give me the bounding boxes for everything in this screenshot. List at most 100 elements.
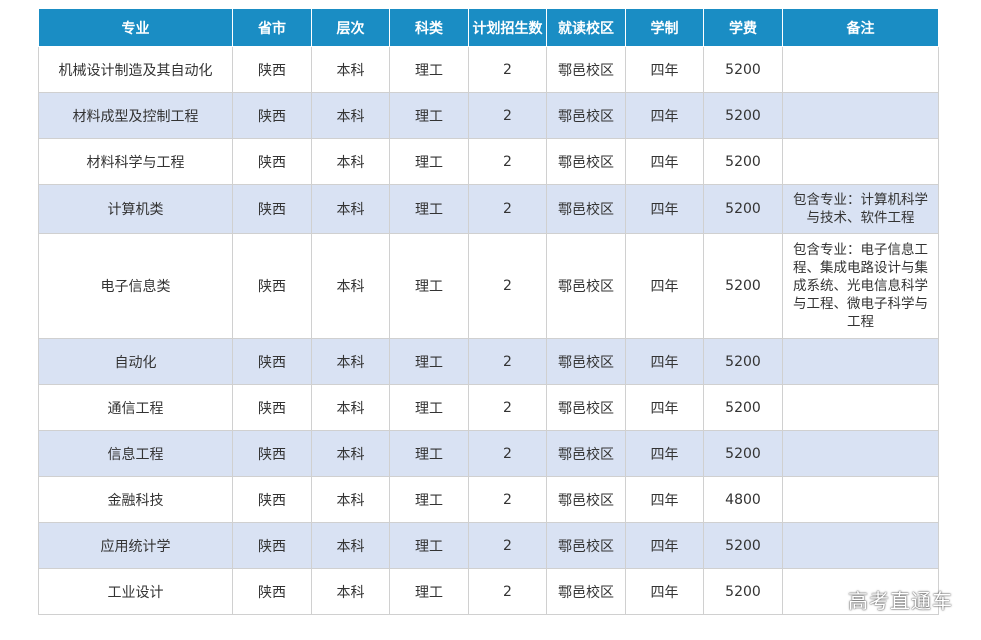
cell-level: 本科: [311, 476, 390, 523]
cell-category: 理工: [389, 522, 469, 569]
table-row: 电子信息类 陕西 本科 理工 2 鄠邑校区 四年 5200 包含专业：电子信息工程、集成电路设计…: [38, 233, 939, 339]
cell-duration: 四年: [625, 430, 704, 477]
header-planned-count: 计划招生数: [468, 8, 547, 47]
cell-major: 自动化: [38, 338, 233, 385]
cell-major: 工业设计: [38, 568, 233, 615]
cell-planned-count: 2: [468, 184, 547, 234]
cell-level: 本科: [311, 430, 390, 477]
cell-planned-count: 2: [468, 568, 547, 615]
cell-duration: 四年: [625, 138, 704, 185]
cell-category: 理工: [389, 233, 469, 339]
header-province: 省市: [232, 8, 312, 47]
cell-notes: 包含专业：计算机科学与技术、软件工程: [782, 184, 939, 234]
cell-category: 理工: [389, 184, 469, 234]
cell-province: 陕西: [232, 384, 312, 431]
cell-province: 陕西: [232, 522, 312, 569]
cell-campus: 鄠邑校区: [546, 522, 626, 569]
cell-tuition: 4800: [703, 476, 783, 523]
cell-level: 本科: [311, 568, 390, 615]
cell-province: 陕西: [232, 46, 312, 93]
cell-major: 计算机类: [38, 184, 233, 234]
cell-province: 陕西: [232, 430, 312, 477]
table-row: 通信工程 陕西 本科 理工 2 鄠邑校区 四年 5200: [38, 384, 939, 431]
cell-notes: [782, 46, 939, 93]
cell-tuition: 5200: [703, 522, 783, 569]
cell-category: 理工: [389, 430, 469, 477]
cell-notes: 包含专业：电子信息工程、集成电路设计与集成系统、光电信息科学与工程、微电子科学与…: [782, 233, 939, 339]
cell-level: 本科: [311, 338, 390, 385]
cell-campus: 鄠邑校区: [546, 384, 626, 431]
cell-notes: [782, 384, 939, 431]
cell-category: 理工: [389, 92, 469, 139]
cell-tuition: 5200: [703, 384, 783, 431]
cell-campus: 鄠邑校区: [546, 184, 626, 234]
cell-campus: 鄠邑校区: [546, 92, 626, 139]
cell-tuition: 5200: [703, 233, 783, 339]
cell-tuition: 5200: [703, 430, 783, 477]
cell-campus: 鄠邑校区: [546, 338, 626, 385]
cell-level: 本科: [311, 384, 390, 431]
table-row: 机械设计制造及其自动化 陕西 本科 理工 2 鄠邑校区 四年 5200: [38, 46, 939, 93]
table-row: 材料成型及控制工程 陕西 本科 理工 2 鄠邑校区 四年 5200: [38, 92, 939, 139]
cell-category: 理工: [389, 46, 469, 93]
cell-notes: [782, 138, 939, 185]
table-row: 金融科技 陕西 本科 理工 2 鄠邑校区 四年 4800: [38, 476, 939, 523]
cell-notes: [782, 430, 939, 477]
header-level: 层次: [311, 8, 390, 47]
cell-level: 本科: [311, 138, 390, 185]
cell-planned-count: 2: [468, 46, 547, 93]
cell-notes: [782, 92, 939, 139]
watermark: 高考直通车: [848, 589, 953, 613]
cell-notes: [782, 476, 939, 523]
cell-duration: 四年: [625, 476, 704, 523]
header-tuition: 学费: [703, 8, 783, 47]
header-major: 专业: [38, 8, 233, 47]
cell-province: 陕西: [232, 568, 312, 615]
header-notes: 备注: [782, 8, 939, 47]
cell-planned-count: 2: [468, 338, 547, 385]
cell-tuition: 5200: [703, 92, 783, 139]
cell-planned-count: 2: [468, 430, 547, 477]
cell-province: 陕西: [232, 338, 312, 385]
cell-campus: 鄠邑校区: [546, 233, 626, 339]
cell-campus: 鄠邑校区: [546, 568, 626, 615]
cell-major: 机械设计制造及其自动化: [38, 46, 233, 93]
cell-province: 陕西: [232, 138, 312, 185]
cell-category: 理工: [389, 384, 469, 431]
cell-planned-count: 2: [468, 138, 547, 185]
header-duration: 学制: [625, 8, 704, 47]
cell-level: 本科: [311, 92, 390, 139]
cell-campus: 鄠邑校区: [546, 476, 626, 523]
cell-planned-count: 2: [468, 233, 547, 339]
cell-planned-count: 2: [468, 92, 547, 139]
cell-level: 本科: [311, 46, 390, 93]
cell-major: 材料科学与工程: [38, 138, 233, 185]
cell-level: 本科: [311, 522, 390, 569]
cell-major: 金融科技: [38, 476, 233, 523]
cell-duration: 四年: [625, 92, 704, 139]
cell-notes: [782, 522, 939, 569]
cell-tuition: 5200: [703, 568, 783, 615]
cell-planned-count: 2: [468, 522, 547, 569]
cell-province: 陕西: [232, 476, 312, 523]
cell-campus: 鄠邑校区: [546, 138, 626, 185]
cell-tuition: 5200: [703, 46, 783, 93]
table-row: 自动化 陕西 本科 理工 2 鄠邑校区 四年 5200: [38, 338, 939, 385]
cell-duration: 四年: [625, 46, 704, 93]
cell-major: 材料成型及控制工程: [38, 92, 233, 139]
cell-notes: [782, 338, 939, 385]
table-row: 材料科学与工程 陕西 本科 理工 2 鄠邑校区 四年 5200: [38, 138, 939, 185]
cell-province: 陕西: [232, 184, 312, 234]
cell-tuition: 5200: [703, 338, 783, 385]
cell-province: 陕西: [232, 92, 312, 139]
cell-province: 陕西: [232, 233, 312, 339]
cell-duration: 四年: [625, 568, 704, 615]
table-body: 机械设计制造及其自动化 陕西 本科 理工 2 鄠邑校区 四年 5200 材料成型及控制工程 陕西本…: [38, 46, 939, 615]
table-row: 计算机类 陕西 本科 理工 2 鄠邑校区 四年 5200 包含专业：计算机科学与技术、软件工程: [38, 184, 939, 234]
cell-tuition: 5200: [703, 138, 783, 185]
cell-level: 本科: [311, 233, 390, 339]
cell-planned-count: 2: [468, 384, 547, 431]
cell-category: 理工: [389, 568, 469, 615]
table-row: 工业设计 陕西 本科 理工 2 鄠邑校区 四年 5200: [38, 568, 939, 615]
cell-major: 信息工程: [38, 430, 233, 477]
